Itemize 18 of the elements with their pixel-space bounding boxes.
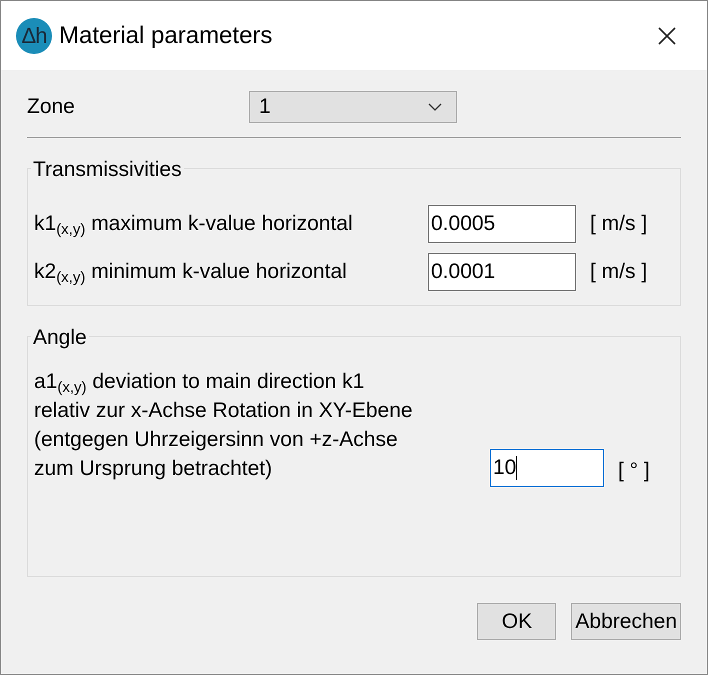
- app-logo: Δh: [16, 18, 52, 54]
- input-field[interactable]: 0.0001: [428, 253, 576, 291]
- input-field[interactable]: 10: [490, 449, 604, 487]
- input-field[interactable]: 0.0005: [428, 205, 576, 243]
- field-label: Zone: [27, 95, 76, 119]
- unit-label: [ ° ]: [618, 459, 650, 483]
- ok-button[interactable]: OK: [477, 603, 556, 640]
- unit-label: [ m/s ]: [590, 260, 648, 284]
- close-icon: [657, 26, 677, 46]
- zone-dropdown[interactable]: 1: [249, 91, 457, 123]
- caret-icon: [428, 103, 442, 111]
- field-label: a1$_{(x,y)}$ deviation to main direction k1 relativ zur x-Achse Rotation in XY-Ebene (entgegen Uhrzeigersinn von +z-Achse zum Ursprung betrachtet): [34, 369, 414, 482]
- field-label: k1$_{(x,y)}$ maximum k-value horizontal: [34, 212, 354, 236]
- unit-label: [ m/s ]: [590, 212, 648, 236]
- cancel-button[interactable]: Abbrechen: [571, 603, 681, 640]
- window-title: Material parameters: [59, 22, 274, 50]
- group-title: Angle: [31, 326, 89, 350]
- field-label: k2$_{(x,y)}$ minimum k-value horizontal: [34, 260, 348, 284]
